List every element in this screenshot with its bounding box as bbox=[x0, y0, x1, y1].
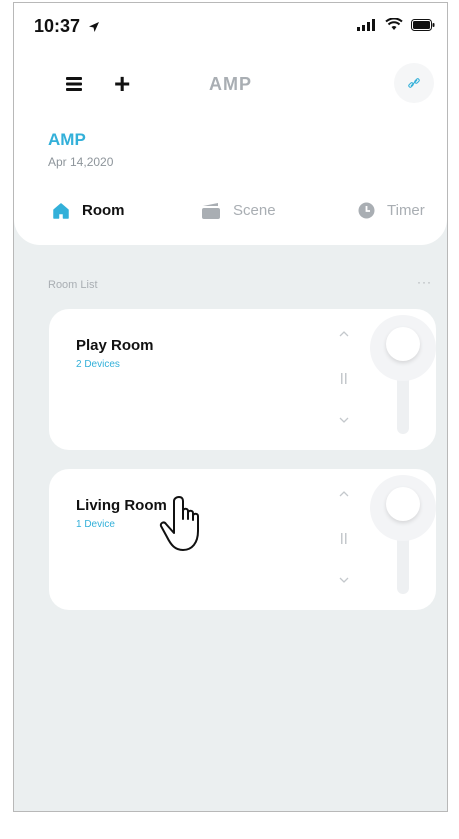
wifi-icon bbox=[385, 18, 403, 30]
pause-icon[interactable] bbox=[341, 533, 347, 544]
link-icon bbox=[408, 78, 420, 88]
cellular-signal-icon bbox=[357, 18, 375, 31]
scene-icon bbox=[202, 202, 220, 219]
chevron-down-icon[interactable] bbox=[339, 577, 349, 583]
hand-pointer-icon bbox=[159, 496, 199, 551]
house-icon bbox=[53, 203, 69, 219]
tab-timer-label: Timer bbox=[387, 202, 425, 219]
pause-icon[interactable] bbox=[341, 373, 347, 384]
header-card: 10:37 + AMP AMP Apr 14,2020 Room Scene T… bbox=[14, 3, 447, 245]
chevron-down-icon[interactable] bbox=[339, 417, 349, 423]
level-slider-thumb[interactable] bbox=[386, 327, 420, 361]
tab-scene-label: Scene bbox=[233, 202, 276, 219]
device-link-button[interactable] bbox=[394, 63, 434, 103]
page-title: AMP bbox=[209, 74, 252, 94]
room-list-header: Room List bbox=[48, 279, 98, 291]
status-icons bbox=[357, 18, 435, 31]
battery-icon bbox=[411, 18, 435, 31]
app-screen: 10:37 + AMP AMP Apr 14,2020 Room Scene T… bbox=[13, 2, 448, 812]
room-name: Living Room bbox=[76, 497, 167, 514]
home-name: AMP bbox=[48, 130, 86, 149]
room-card-living-room[interactable]: Living Room 1 Device bbox=[49, 469, 436, 610]
home-date: Apr 14,2020 bbox=[48, 155, 114, 169]
room-device-count: 2 Devices bbox=[76, 359, 120, 370]
tab-scene[interactable]: Scene bbox=[201, 202, 276, 219]
status-time: 10:37 bbox=[34, 16, 100, 37]
tab-timer[interactable]: Timer bbox=[358, 202, 425, 219]
room-name: Play Room bbox=[76, 337, 154, 354]
location-arrow-icon bbox=[89, 22, 100, 32]
clock-icon bbox=[358, 202, 375, 219]
more-options-button[interactable]: ··· bbox=[417, 275, 432, 289]
chevron-up-icon[interactable] bbox=[339, 491, 349, 497]
level-slider-thumb[interactable] bbox=[386, 487, 420, 521]
tab-room[interactable]: Room bbox=[52, 202, 125, 219]
chevron-up-icon[interactable] bbox=[339, 331, 349, 337]
tab-room-label: Room bbox=[82, 202, 125, 219]
room-device-count: 1 Device bbox=[76, 519, 115, 530]
room-card-play-room[interactable]: Play Room 2 Devices bbox=[49, 309, 436, 450]
